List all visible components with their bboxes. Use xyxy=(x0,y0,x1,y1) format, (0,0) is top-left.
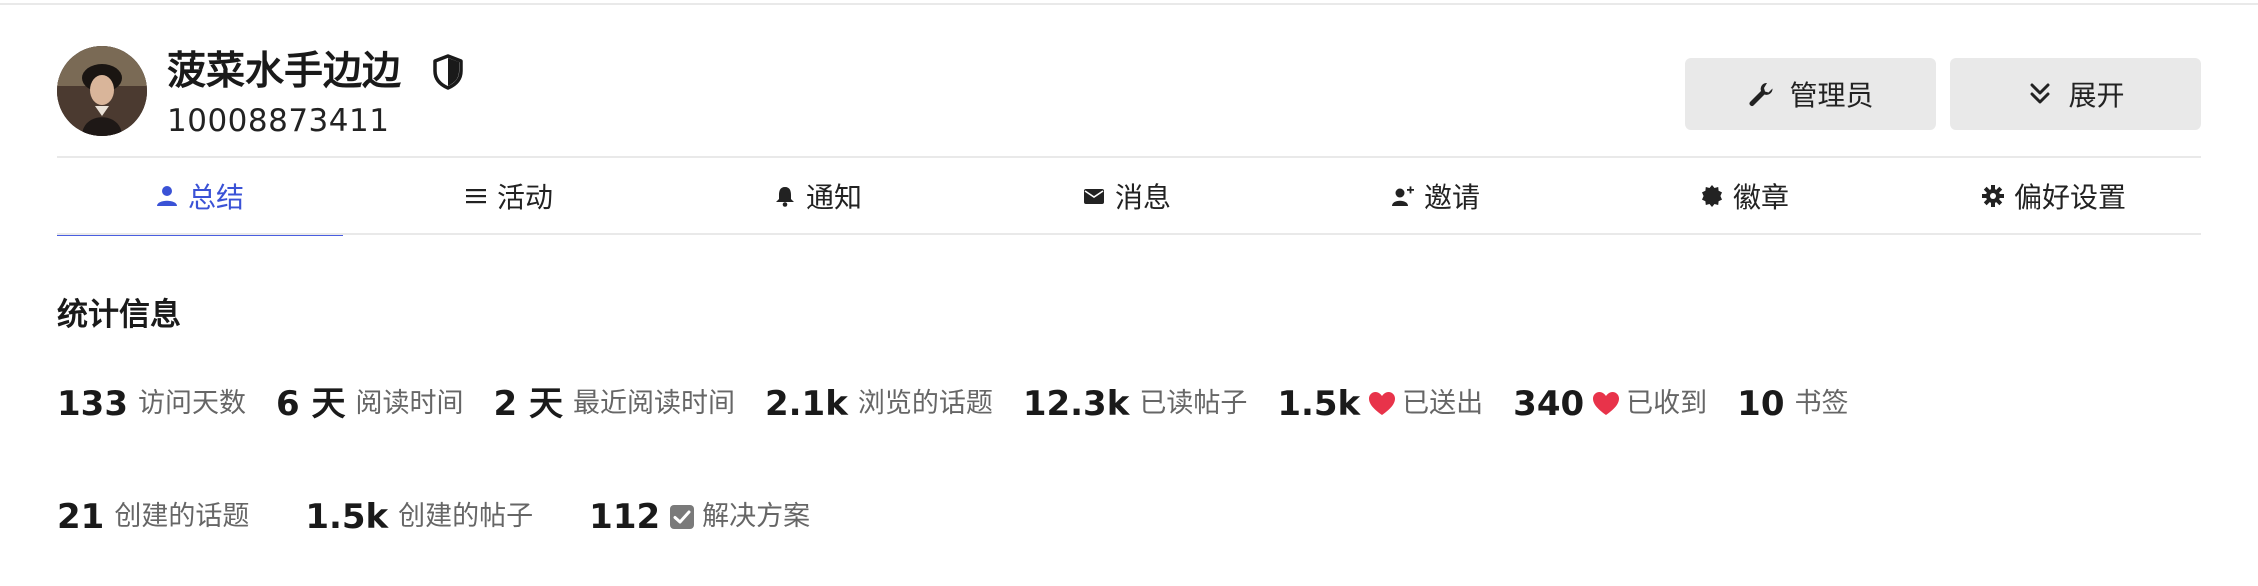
tab-messages[interactable]: 消息 xyxy=(984,158,1270,234)
stat-label: 浏览的话题 xyxy=(857,388,993,419)
top-border xyxy=(0,0,2258,5)
stat-read-time: 6 天 阅读时间 xyxy=(276,380,464,428)
avatar[interactable] xyxy=(57,46,147,136)
stat-label: 阅读时间 xyxy=(355,388,464,419)
tab-preferences[interactable]: 偏好设置 xyxy=(1911,158,2197,234)
stat-value: 340 xyxy=(1513,384,1585,424)
tabs-divider xyxy=(57,233,2201,235)
heart-icon xyxy=(1593,392,1620,415)
tab-label: 徽章 xyxy=(1732,181,1789,214)
stat-value: 1.5k xyxy=(305,497,389,537)
avatar-image xyxy=(57,46,147,136)
stat-value: 2.1k xyxy=(764,384,848,424)
expand-button-label: 展开 xyxy=(2068,79,2125,112)
gear-icon xyxy=(1981,185,2004,207)
stat-value: 1.5k xyxy=(1277,384,1361,424)
bell-icon xyxy=(775,187,794,207)
user-plus-icon xyxy=(1391,186,1414,206)
stats-title: 统计信息 xyxy=(57,297,181,333)
tab-label: 偏好设置 xyxy=(2013,181,2126,214)
shield-icon xyxy=(433,54,463,90)
admin-button[interactable]: 管理员 xyxy=(1685,58,1936,130)
username: 菠菜水手边边 xyxy=(167,49,402,94)
stat-value: 6 天 xyxy=(275,384,346,424)
stat-value: 2 天 xyxy=(493,384,563,424)
stat-value: 133 xyxy=(57,384,128,424)
stats-row: 21 创建的话题 1.5k 创建的帖子 112 解决方案 xyxy=(57,493,810,541)
tab-notifications[interactable]: 通知 xyxy=(675,158,961,234)
user-id: 10008873411 xyxy=(167,103,390,139)
stat-value: 12.3k xyxy=(1022,384,1130,424)
list-icon xyxy=(465,189,486,204)
stats-row: 133 访问天数 6 天 阅读时间 2 天 最近阅读时间 2.1k 浏览的话题 … xyxy=(57,380,1848,428)
profile-tabs: 总结 活动 通知 消息 邀请 徽章 偏好设置 xyxy=(57,158,2201,236)
stat-visits: 133 访问天数 xyxy=(57,380,246,428)
stat-likes-received: 340 已收到 xyxy=(1513,380,1707,428)
stat-label: 访问天数 xyxy=(137,388,246,419)
stat-likes-given: 1.5k 已送出 xyxy=(1277,380,1483,428)
stat-solutions: 112 解决方案 xyxy=(589,493,810,541)
stat-label: 已送出 xyxy=(1402,388,1484,419)
tab-activity[interactable]: 活动 xyxy=(366,158,652,234)
stat-label: 创建的话题 xyxy=(114,501,250,532)
badge-icon xyxy=(1701,185,1722,207)
stat-bookmarks: 10 书签 xyxy=(1737,380,1848,428)
heart-icon xyxy=(1369,392,1396,415)
tab-label: 邀请 xyxy=(1423,181,1480,214)
admin-button-label: 管理员 xyxy=(1789,79,1874,112)
tab-summary[interactable]: 总结 xyxy=(57,158,343,236)
stat-recent-read-time: 2 天 最近阅读时间 xyxy=(493,380,735,428)
stat-topics-viewed: 2.1k 浏览的话题 xyxy=(765,380,993,428)
tab-label: 消息 xyxy=(1114,181,1171,214)
stat-label: 已收到 xyxy=(1626,388,1708,419)
stat-label: 解决方案 xyxy=(702,501,811,532)
stat-value: 112 xyxy=(589,497,661,537)
stat-value: 21 xyxy=(57,497,105,537)
stat-topics-created: 21 创建的话题 xyxy=(57,493,249,541)
checkbox-icon xyxy=(670,505,695,529)
envelope-icon xyxy=(1083,189,1104,204)
stat-label: 创建的帖子 xyxy=(398,501,534,532)
stat-label: 最近阅读时间 xyxy=(572,388,735,419)
wrench-icon xyxy=(1749,82,1773,106)
expand-button[interactable]: 展开 xyxy=(1950,58,2201,130)
tab-label: 活动 xyxy=(496,181,553,214)
stat-label: 书签 xyxy=(1794,388,1849,419)
tab-badges[interactable]: 徽章 xyxy=(1602,158,1888,234)
stat-posts-created: 1.5k 创建的帖子 xyxy=(305,493,533,541)
tab-invites[interactable]: 邀请 xyxy=(1293,158,1579,234)
stat-label: 已读帖子 xyxy=(1139,388,1248,419)
double-chevron-down-icon xyxy=(2030,83,2050,104)
tab-label: 通知 xyxy=(805,181,862,214)
stat-posts-read: 12.3k 已读帖子 xyxy=(1023,380,1248,428)
stat-value: 10 xyxy=(1737,384,1785,424)
tab-label: 总结 xyxy=(187,181,244,214)
user-icon xyxy=(156,186,177,206)
